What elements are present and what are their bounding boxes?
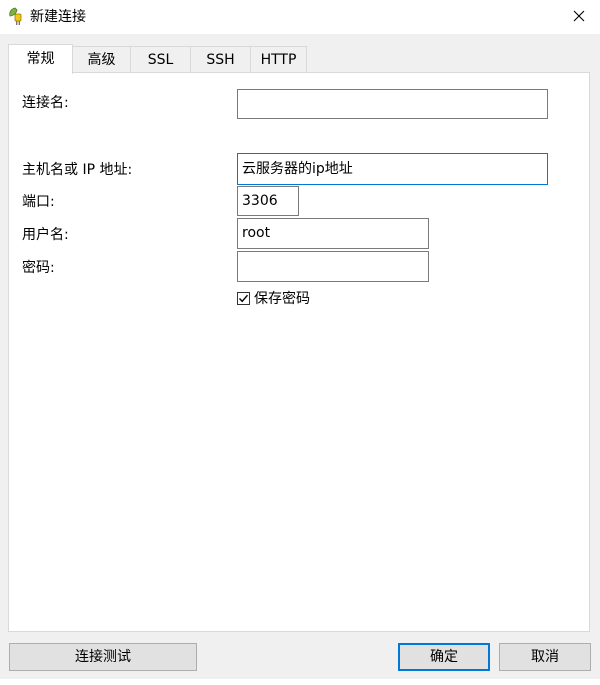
close-button[interactable] — [564, 0, 594, 32]
general-tab-panel: 连接名: 主机名或 IP 地址: 云服务器的ip地址 端口: 3306 用户名:… — [8, 72, 590, 632]
host-input[interactable]: 云服务器的ip地址 — [237, 153, 548, 185]
password-input[interactable] — [237, 251, 429, 282]
tab-advanced[interactable]: 高级 — [72, 46, 131, 73]
tab-ssh[interactable]: SSH — [190, 46, 251, 73]
save-password-label: 保存密码 — [254, 291, 310, 307]
password-label: 密码: — [22, 260, 55, 276]
ok-button[interactable]: 确定 — [398, 643, 490, 671]
window-title: 新建连接 — [30, 9, 86, 25]
close-icon — [573, 10, 585, 22]
port-label: 端口: — [22, 194, 55, 210]
title-bar[interactable]: 新建连接 — [0, 0, 600, 34]
test-connection-button[interactable]: 连接测试 — [9, 643, 197, 671]
cancel-button[interactable]: 取消 — [499, 643, 591, 671]
port-input[interactable]: 3306 — [237, 186, 299, 216]
connection-name-input[interactable] — [237, 89, 548, 119]
host-label: 主机名或 IP 地址: — [22, 162, 133, 178]
save-password-checkbox[interactable] — [237, 291, 250, 305]
window-bottom-edge — [0, 679, 600, 685]
username-label: 用户名: — [22, 227, 69, 243]
username-input[interactable]: root — [237, 218, 429, 249]
new-connection-dialog: 新建连接 常规 高级 SSL SSH HTTP 连接名: 主机名或 IP 地址:… — [0, 0, 600, 685]
save-password-checkbox-row[interactable]: 保存密码 — [237, 289, 310, 307]
tab-http[interactable]: HTTP — [250, 46, 307, 73]
navicat-leaf-plug-icon — [9, 7, 22, 25]
tab-general[interactable]: 常规 — [8, 44, 73, 74]
connection-name-label: 连接名: — [22, 95, 69, 111]
tab-ssl[interactable]: SSL — [130, 46, 191, 73]
checkmark-icon — [238, 294, 249, 302]
